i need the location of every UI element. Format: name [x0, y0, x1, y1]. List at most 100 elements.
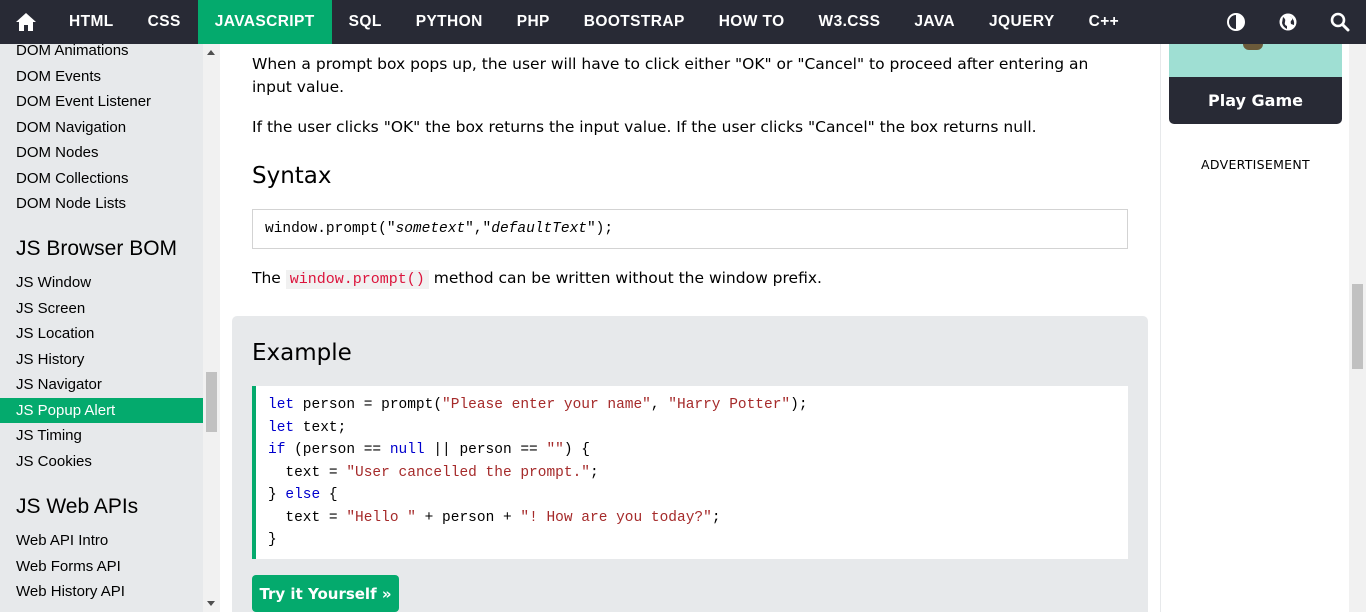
- syntax-separator: ",": [465, 221, 492, 237]
- code-line: } else {: [268, 484, 1128, 507]
- right-column: Play Game ADVERTISEMENT: [1160, 44, 1349, 612]
- sidebar: DOM Animations DOM Events DOM Event Listen…: [0, 44, 203, 612]
- sidebar-item-web-forms-api[interactable]: Web Forms API: [0, 554, 203, 580]
- try-it-yourself-button[interactable]: Try it Yourself »: [252, 575, 399, 612]
- globe-icon[interactable]: [1262, 0, 1314, 44]
- page-scrollbar[interactable]: [1349, 44, 1366, 612]
- sidebar-item-dom-events[interactable]: DOM Events: [0, 64, 203, 90]
- sidebar-item-js-screen[interactable]: JS Screen: [0, 296, 203, 322]
- code-string: "Harry Potter": [668, 397, 791, 413]
- play-game-button[interactable]: Play Game: [1169, 77, 1342, 124]
- game-image: [1169, 44, 1342, 77]
- example-panel: Example let person = prompt("Please ente…: [232, 316, 1148, 612]
- main-content: When a prompt box pops up, the user will…: [220, 44, 1160, 612]
- code-token: );: [790, 397, 808, 413]
- sidebar-item-dom-node-lists[interactable]: DOM Node Lists: [0, 191, 203, 217]
- syntax-suffix: ");: [586, 221, 614, 237]
- code-keyword: let: [268, 419, 295, 436]
- code-keyword: else: [285, 487, 321, 503]
- scroll-down-arrow-icon[interactable]: [207, 601, 215, 606]
- nav-right-tools: [1210, 0, 1366, 44]
- code-token: }: [268, 487, 286, 503]
- paragraph-prompt-intro: When a prompt box pops up, the user will…: [252, 55, 1089, 96]
- code-string: "": [546, 442, 564, 458]
- nav-link-w3-css[interactable]: W3.CSS: [802, 0, 898, 44]
- code-line: text = "Hello " + person + "! How are yo…: [268, 507, 1128, 530]
- search-icon[interactable]: [1314, 0, 1366, 44]
- play-game-card[interactable]: Play Game: [1169, 44, 1342, 124]
- code-line: text = "User cancelled the prompt.";: [268, 462, 1128, 485]
- syntax-heading: Syntax: [252, 163, 332, 189]
- code-token: ) {: [563, 442, 590, 458]
- sidebar-heading-web-apis: JS Web APIs: [16, 495, 139, 518]
- code-keyword: null: [389, 442, 425, 458]
- code-token: ;: [589, 464, 599, 481]
- nav-link-sql[interactable]: SQL: [332, 0, 399, 44]
- sidebar-scroll-thumb[interactable]: [206, 372, 217, 432]
- inline-code-window-prompt: window.prompt(): [285, 270, 429, 289]
- sidebar-item-dom-collections[interactable]: DOM Collections: [0, 166, 203, 192]
- game-sprite-shape: [1243, 44, 1263, 50]
- nav-link-python[interactable]: PYTHON: [399, 0, 500, 44]
- sidebar-item-dom-navigation[interactable]: DOM Navigation: [0, 115, 203, 141]
- code-token: || person ==: [424, 442, 547, 458]
- sidebar-item-js-navigator[interactable]: JS Navigator: [0, 372, 203, 398]
- sidebar-item-dom-animations[interactable]: DOM Animations: [0, 44, 203, 64]
- code-string: "Please enter your name": [442, 397, 651, 413]
- top-navigation: HTML CSS JAVASCRIPT SQL PYTHON PHP BOOTSTRAP HO…: [0, 0, 1366, 44]
- sidebar-scrollbar[interactable]: [203, 44, 220, 612]
- nav-link-jquery[interactable]: JQUERY: [972, 0, 1072, 44]
- code-line: let person = prompt("Please enter your n…: [268, 394, 1128, 417]
- sidebar-heading-browser-bom: JS Browser BOM: [16, 237, 178, 260]
- code-line: let text;: [268, 417, 1128, 440]
- sidebar-item-js-popup-alert[interactable]: JS Popup Alert: [0, 397, 203, 423]
- sidebar-item-web-api-intro[interactable]: Web API Intro: [0, 528, 203, 554]
- nav-link-javascript[interactable]: JAVASCRIPT: [197, 0, 332, 44]
- nav-link-css[interactable]: CSS: [131, 0, 198, 44]
- code-string: "User cancelled the prompt.": [346, 464, 590, 481]
- code-token: + person +: [415, 509, 521, 526]
- code-token: text;: [294, 419, 347, 436]
- nav-link-java[interactable]: JAVA: [897, 0, 972, 44]
- syntax-arg-defaulttext: defaultText: [491, 221, 587, 237]
- syntax-arg-sometext: sometext: [395, 221, 466, 237]
- sidebar-item-js-timing[interactable]: JS Timing: [0, 423, 203, 449]
- code-keyword: if: [268, 442, 286, 458]
- nav-link-how-to[interactable]: HOW TO: [702, 0, 802, 44]
- code-string: "Hello ": [346, 509, 416, 526]
- page-scroll-thumb[interactable]: [1352, 284, 1363, 369]
- home-icon[interactable]: [0, 0, 52, 44]
- code-string: "! How are you today?": [520, 509, 712, 526]
- example-code-block: let person = prompt("Please enter your n…: [252, 386, 1128, 559]
- code-token: person = prompt(: [294, 397, 443, 413]
- code-token: ;: [711, 509, 721, 526]
- code-token: }: [268, 532, 277, 548]
- paragraph-window-prefix: The window.prompt() method can be writte…: [252, 267, 1132, 291]
- nav-link-html[interactable]: HTML: [52, 0, 131, 44]
- note-text-before: The: [252, 269, 281, 287]
- code-token: text =: [268, 464, 347, 481]
- note-text-after: method can be written without the window…: [433, 269, 822, 287]
- example-heading: Example: [252, 340, 352, 366]
- nav-link-php[interactable]: PHP: [500, 0, 567, 44]
- code-keyword: let: [268, 397, 295, 413]
- sidebar-item-js-history[interactable]: JS History: [0, 347, 203, 373]
- advertisement-label: ADVERTISEMENT: [1201, 157, 1310, 172]
- code-token: ,: [650, 397, 669, 413]
- scroll-up-arrow-icon[interactable]: [207, 50, 215, 55]
- sidebar-item-web-history-api[interactable]: Web History API: [0, 579, 203, 605]
- sidebar-item-dom-event-listener[interactable]: DOM Event Listener: [0, 89, 203, 115]
- nav-link-bootstrap[interactable]: BOOTSTRAP: [567, 0, 702, 44]
- sidebar-item-js-cookies[interactable]: JS Cookies: [0, 449, 203, 475]
- code-token: {: [320, 487, 338, 503]
- paragraph-prompt-return: If the user clicks "OK" the box returns …: [252, 118, 1037, 136]
- sidebar-item-js-location[interactable]: JS Location: [0, 321, 203, 347]
- nav-link-cplusplus[interactable]: C++: [1072, 0, 1137, 44]
- contrast-icon[interactable]: [1210, 0, 1262, 44]
- code-line: if (person == null || person == "") {: [268, 439, 1128, 462]
- syntax-prefix: window.prompt(": [265, 221, 396, 237]
- code-token: (person ==: [285, 442, 390, 458]
- sidebar-item-js-window[interactable]: JS Window: [0, 270, 203, 296]
- code-token: text =: [268, 509, 347, 526]
- sidebar-item-dom-nodes[interactable]: DOM Nodes: [0, 140, 203, 166]
